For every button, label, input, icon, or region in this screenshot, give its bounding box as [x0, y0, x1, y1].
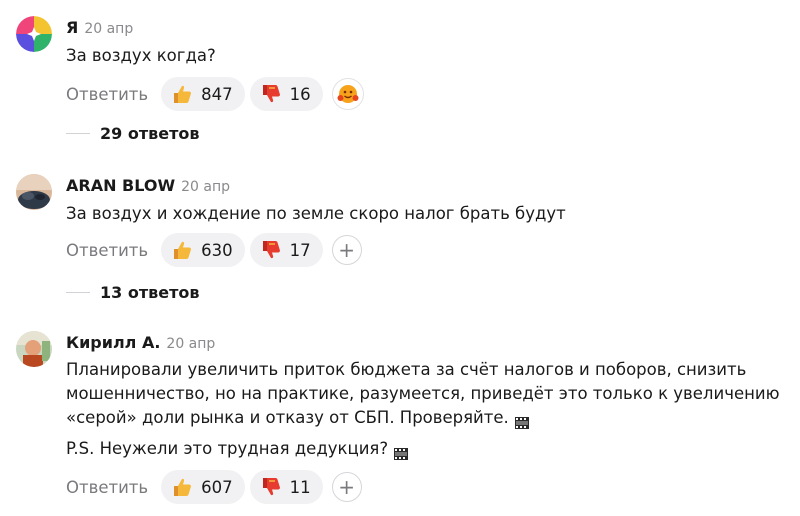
like-count: 847 [201, 84, 233, 104]
replies-toggle[interactable]: 13 ответов [66, 280, 199, 304]
reply-button[interactable]: Ответить [66, 478, 148, 497]
color-wheel-avatar-icon [16, 16, 52, 52]
thumbs-up-icon [171, 239, 193, 261]
comment-text: За воздух и хождение по земле скоро нало… [66, 204, 566, 223]
comment-date: 20 апр [84, 21, 134, 37]
film-icon [514, 412, 529, 429]
avatar[interactable] [16, 16, 52, 52]
comment-date: 20 апр [181, 179, 231, 195]
comment-text-ps: P.S. Неужели это трудная дедукция? [66, 437, 786, 461]
comment-paragraph: P.S. Неужели это трудная дедукция? [66, 439, 389, 458]
like-button[interactable]: 847 [161, 77, 245, 111]
author-label[interactable]: ARAN BLOW [66, 176, 175, 195]
like-count: 630 [201, 240, 233, 260]
replies-count[interactable]: 13 ответов [100, 283, 199, 302]
film-icon [394, 443, 409, 460]
reply-button[interactable]: Ответить [66, 241, 148, 260]
dislike-count: 16 [289, 84, 311, 104]
author-label[interactable]: Кирилл А. [66, 333, 160, 352]
thumbs-down-icon [260, 83, 282, 105]
like-count: 607 [201, 477, 233, 497]
dislike-count: 17 [289, 240, 311, 260]
comment-date: 20 апр [166, 336, 216, 352]
reply-button[interactable]: Ответить [66, 85, 148, 104]
photo-avatar-icon [16, 331, 52, 367]
comment-actions: Ответить 607 11 + [66, 470, 362, 504]
replies-divider [66, 291, 90, 293]
thumbs-up-icon [171, 476, 193, 498]
replies-toggle[interactable]: 29 ответов [66, 121, 199, 145]
thumbs-down-icon [260, 239, 282, 261]
replies-count[interactable]: 29 ответов [100, 124, 199, 143]
comment-text: За воздух когда? [66, 46, 216, 65]
author-name[interactable]: Я 20 апр [66, 18, 133, 39]
avatar[interactable] [16, 331, 52, 367]
add-reaction-button[interactable]: + [331, 472, 362, 502]
photo-avatar-icon [16, 174, 52, 210]
dislike-button[interactable]: 16 [249, 77, 323, 111]
thumbs-down-icon [260, 476, 282, 498]
author-name[interactable]: ARAN BLOW 20 апр [66, 176, 230, 197]
dislike-count: 11 [289, 477, 311, 497]
comment-actions: Ответить 847 16 [66, 77, 364, 111]
comment-actions: Ответить 630 17 + [66, 233, 362, 267]
like-button[interactable]: 607 [161, 470, 245, 504]
author-label[interactable]: Я [66, 18, 78, 37]
dislike-button[interactable]: 11 [249, 470, 323, 504]
like-button[interactable]: 630 [161, 233, 245, 267]
comment-text: Планировали увеличить приток бюджета за … [66, 358, 786, 430]
add-reaction-button[interactable]: + [331, 235, 362, 265]
replies-divider [66, 132, 90, 134]
dislike-button[interactable]: 17 [249, 233, 323, 267]
avatar[interactable] [16, 174, 52, 210]
hugging-face-reaction-icon[interactable] [331, 78, 364, 110]
thumbs-up-icon [171, 83, 193, 105]
comment-paragraph: Планировали увеличить приток бюджета за … [66, 360, 780, 427]
author-name[interactable]: Кирилл А. 20 апр [66, 333, 215, 354]
